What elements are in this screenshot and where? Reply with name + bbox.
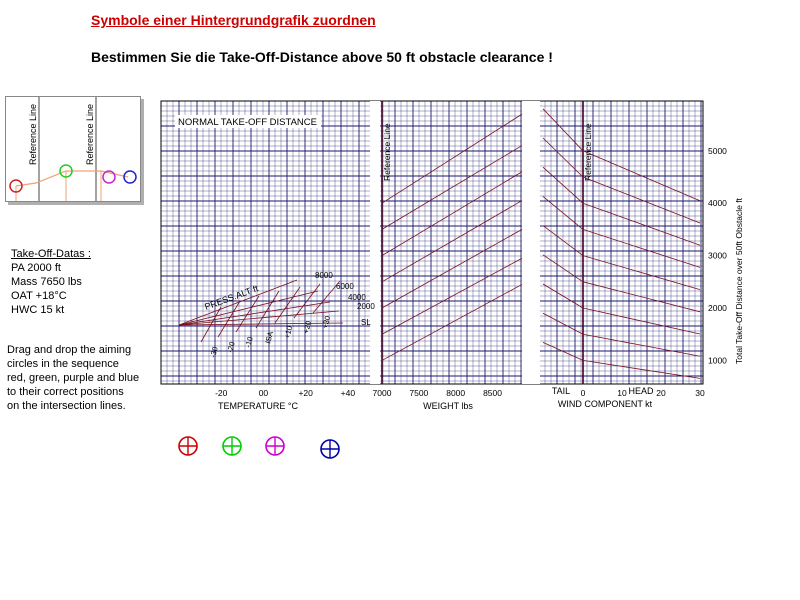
isa-temperature-label: +30 xyxy=(320,315,332,330)
weight-guide-line xyxy=(381,113,523,204)
weight-guide-line xyxy=(381,171,523,256)
isa-temperature-label: -30 xyxy=(208,346,219,359)
temperature-tick-label: +20 xyxy=(298,388,313,398)
takeoff-data-heading: Take-Off-Datas : xyxy=(11,248,91,260)
example-diagram: Reference Line Reference Line xyxy=(9,97,137,201)
pressure-altitude-label: 2000 xyxy=(357,302,375,311)
instruction-line: circles in the sequence xyxy=(7,358,119,370)
isa-temperature-line xyxy=(274,286,301,324)
temperature-axis-label: TEMPERATURE °C xyxy=(218,401,298,411)
wind-tick-label: 10 xyxy=(617,388,627,398)
isa-temperature-label: +20 xyxy=(301,320,313,335)
distance-tick-label: 2000 xyxy=(708,303,727,313)
weight-axis-label: WEIGHT lbs xyxy=(423,401,473,411)
distance-tick-label: 1000 xyxy=(708,355,727,365)
wind-axis-label: WIND COMPONENT kt xyxy=(558,399,653,409)
section-separator xyxy=(370,101,380,384)
aiming-circle-purple[interactable] xyxy=(265,436,285,456)
instruction-line: to their correct positions xyxy=(7,386,124,398)
instruction-line: on the intersection lines. xyxy=(7,400,126,412)
aiming-circle-red[interactable] xyxy=(178,436,198,456)
aiming-circle-blue[interactable] xyxy=(320,439,340,459)
takeoff-data-line: HWC 15 kt xyxy=(11,304,65,316)
headwind-guide-line xyxy=(582,202,701,246)
pressure-altitude-label: 4000 xyxy=(348,293,366,302)
weight-tick-label: 8000 xyxy=(446,388,465,398)
distance-tick-label: 4000 xyxy=(708,198,727,208)
wind-head-label: HEAD xyxy=(628,386,654,396)
takeoff-data-line: OAT +18°C xyxy=(11,290,67,302)
weight-tick-label: 7500 xyxy=(409,388,428,398)
temperature-tick-label: -20 xyxy=(215,388,228,398)
instruction-line: red, green, purple and blue xyxy=(7,372,140,384)
example-reference-label-1: Reference Line xyxy=(28,104,38,165)
distance-axis-label: Total Take-Off Distance over 50ft Obstac… xyxy=(734,197,744,364)
takeoff-data: Take-Off-Datas : PA 2000 ft Mass 7650 lb… xyxy=(11,247,91,317)
pressure-altitude-label: 6000 xyxy=(336,282,354,291)
temperature-tick-label: 00 xyxy=(259,388,269,398)
wind-tick-label: 30 xyxy=(695,388,705,398)
headwind-guide-line xyxy=(582,229,701,268)
aiming-circle-green[interactable] xyxy=(222,436,242,456)
takeoff-data-line: PA 2000 ft xyxy=(11,262,61,274)
page-subtitle: Bestimmen Sie die Take-Off-Distance abov… xyxy=(91,49,553,65)
chart-title: NORMAL TAKE-OFF DISTANCE xyxy=(178,117,317,128)
page-title: Symbole einer Hintergrundgrafik zuordnen xyxy=(91,12,376,28)
headwind-guide-line xyxy=(582,281,701,313)
instruction-line: Drag and drop the aiming xyxy=(7,344,132,356)
instructions: Drag and drop the aiming circles in the … xyxy=(7,343,147,413)
headwind-guide-line xyxy=(582,333,701,357)
weight-tick-label: 7000 xyxy=(373,388,392,398)
reference-line-label: Reference Line xyxy=(382,123,392,181)
pressure-altitude-line xyxy=(178,322,344,326)
isa-temperature-label: -10 xyxy=(243,336,254,349)
takeoff-data-line: Mass 7650 lbs xyxy=(11,276,82,288)
temperature-tick-label: +40 xyxy=(341,388,356,398)
distance-tick-label: 3000 xyxy=(708,251,727,261)
weight-tick-label: 8500 xyxy=(483,388,502,398)
wind-tick-label: 20 xyxy=(656,388,666,398)
example-reference-label-2: Reference Line xyxy=(85,104,95,165)
weight-guide-line xyxy=(381,145,523,230)
wind-tail-label: TAIL xyxy=(552,386,570,396)
isa-temperature-label: ISA xyxy=(263,331,275,345)
pressure-altitude-label: SL xyxy=(361,318,371,327)
aiming-circles-tray xyxy=(178,436,340,459)
example-image: Reference Line Reference Line xyxy=(5,96,141,202)
isa-temperature-label: -20 xyxy=(225,341,236,354)
reference-line-label: Reference Line xyxy=(583,123,593,181)
takeoff-distance-chart: Reference Line Reference Line NORMAL TAKE-… xyxy=(160,100,744,411)
isa-temperature-label: +10 xyxy=(282,325,294,340)
section-separator xyxy=(522,101,540,384)
distance-tick-label: 5000 xyxy=(708,146,727,156)
headwind-guide-line xyxy=(582,255,701,290)
wind-tick-label: 0 xyxy=(581,388,586,398)
pressure-altitude-label: 8000 xyxy=(315,271,333,280)
